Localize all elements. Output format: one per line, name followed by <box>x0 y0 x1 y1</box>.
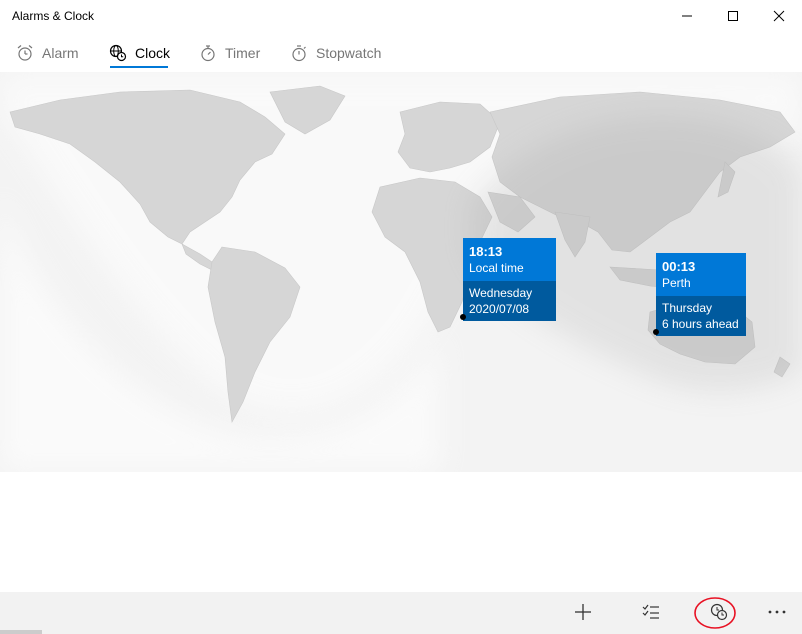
local-time-value: 18:13 <box>469 244 503 259</box>
add-icon <box>575 604 591 620</box>
perth-location-pin <box>653 329 659 335</box>
perth-day: Thursday <box>662 301 713 315</box>
world-clock-icon <box>109 44 127 62</box>
maximize-icon <box>728 11 738 21</box>
minimize-icon <box>682 15 692 17</box>
perth-offset: 6 hours ahead <box>662 317 739 331</box>
tab-alarm-label: Alarm <box>42 45 79 61</box>
select-list-icon <box>642 604 659 619</box>
alarm-icon <box>17 45 33 61</box>
local-day: Wednesday <box>469 286 533 300</box>
more-options-button[interactable] <box>753 592 801 632</box>
tab-stopwatch-label: Stopwatch <box>316 45 382 61</box>
red-annotation-circle <box>694 597 736 629</box>
perth-city-label: Perth <box>662 276 691 290</box>
local-time-label: Local time <box>469 261 524 275</box>
close-button[interactable] <box>756 0 802 32</box>
active-tab-indicator <box>110 66 168 68</box>
tab-timer[interactable]: Timer <box>199 34 260 72</box>
tab-stopwatch[interactable]: Stopwatch <box>290 34 381 72</box>
taskbar-edge <box>0 630 42 634</box>
command-bar <box>0 592 802 634</box>
perth-clock-card[interactable]: 00:13 Perth Thursday 6 hours ahead <box>656 253 746 336</box>
perth-time-value: 00:13 <box>662 259 696 274</box>
maximize-button[interactable] <box>710 0 756 32</box>
tab-clock-label: Clock <box>135 45 171 61</box>
minimize-button[interactable] <box>664 0 710 32</box>
app-title: Alarms & Clock <box>12 9 95 23</box>
add-new-clock-button[interactable] <box>559 592 607 632</box>
tab-alarm[interactable]: Alarm <box>16 34 79 72</box>
world-map[interactable]: 18:13 Local time Wednesday 2020/07/08 00… <box>0 72 802 472</box>
local-time-card[interactable]: 18:13 Local time Wednesday 2020/07/08 <box>463 238 556 321</box>
local-location-pin <box>460 314 466 320</box>
close-icon <box>773 10 785 22</box>
timer-icon <box>201 45 215 62</box>
select-clocks-button[interactable] <box>627 592 675 632</box>
stopwatch-icon <box>292 45 306 62</box>
tab-timer-label: Timer <box>225 45 261 61</box>
more-icon <box>768 610 786 614</box>
title-bar: Alarms & Clock <box>0 0 802 34</box>
local-date: 2020/07/08 <box>469 302 530 316</box>
